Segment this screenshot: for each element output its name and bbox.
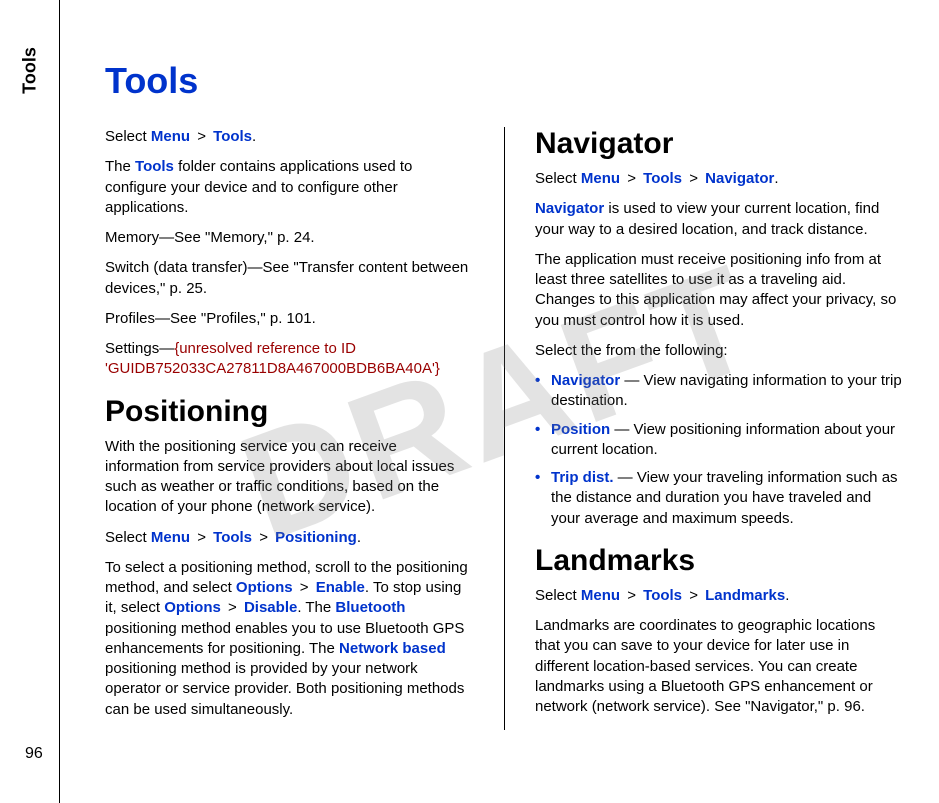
sidebar-label: Tools: [19, 47, 40, 94]
column-divider: [504, 127, 505, 730]
position-item-label: Position: [551, 421, 610, 438]
menu-link: Menu: [581, 170, 620, 187]
tools-link: Tools: [213, 128, 252, 145]
settings-ref: Settings—{unresolved reference to ID 'GU…: [105, 339, 474, 380]
navigator-link: Navigator: [535, 200, 604, 217]
disable-link: Disable: [244, 599, 297, 616]
right-column: Navigator Select Menu > Tools > Navigato…: [535, 127, 904, 730]
navigator-item-label: Navigator: [551, 372, 620, 389]
page-container: Tools 96 DRAFT Tools Select Menu > Tools…: [0, 0, 939, 803]
tripdist-item-label: Trip dist.: [551, 469, 614, 486]
main-title: Tools: [105, 60, 904, 102]
switch-ref: Switch (data transfer)—See "Transfer con…: [105, 258, 474, 299]
positioning-link: Positioning: [275, 529, 357, 546]
bluetooth-link: Bluetooth: [335, 599, 405, 616]
navigator-options-list: Navigator — View navigating information …: [535, 371, 904, 529]
positioning-method: To select a positioning method, scroll t…: [105, 558, 474, 720]
tools-link: Tools: [643, 170, 682, 187]
navigator-path: Select Menu > Tools > Navigator.: [535, 169, 904, 189]
enable-link: Enable: [316, 579, 365, 596]
menu-link: Menu: [151, 128, 190, 145]
left-column: Select Menu > Tools. The Tools folder co…: [105, 127, 474, 730]
positioning-path: Select Menu > Tools > Positioning.: [105, 528, 474, 548]
tools-folder-link: Tools: [135, 158, 174, 175]
content-area: DRAFT Tools Select Menu > Tools. The Too…: [60, 0, 939, 803]
profiles-ref: Profiles—See "Profiles," p. 101.: [105, 309, 474, 329]
list-item: Trip dist. — View your traveling informa…: [535, 468, 904, 529]
list-item: Navigator — View navigating information …: [535, 371, 904, 412]
network-based-link: Network based: [339, 640, 446, 657]
tools-link: Tools: [213, 529, 252, 546]
navigator-satellites: The application must receive positioning…: [535, 250, 904, 331]
landmarks-path: Select Menu > Tools > Landmarks.: [535, 586, 904, 606]
memory-ref: Memory—See "Memory," p. 24.: [105, 228, 474, 248]
intro-select-path: Select Menu > Tools.: [105, 127, 474, 147]
sidebar: Tools 96: [0, 0, 60, 803]
intro-description: The Tools folder contains applications u…: [105, 157, 474, 218]
menu-link: Menu: [151, 529, 190, 546]
landmarks-title: Landmarks: [535, 544, 904, 578]
options-link: Options: [164, 599, 221, 616]
navigator-link: Navigator: [705, 170, 774, 187]
landmarks-link: Landmarks: [705, 587, 785, 604]
page-number: 96: [25, 745, 43, 763]
tools-link: Tools: [643, 587, 682, 604]
columns: Select Menu > Tools. The Tools folder co…: [105, 127, 904, 730]
menu-link: Menu: [581, 587, 620, 604]
landmarks-desc: Landmarks are coordinates to geographic …: [535, 616, 904, 717]
navigator-title: Navigator: [535, 127, 904, 161]
positioning-title: Positioning: [105, 395, 474, 429]
navigator-desc: Navigator is used to view your current l…: [535, 199, 904, 240]
list-item: Position — View positioning information …: [535, 420, 904, 461]
navigator-select: Select the from the following:: [535, 341, 904, 361]
options-link: Options: [236, 579, 293, 596]
positioning-desc: With the positioning service you can rec…: [105, 437, 474, 518]
